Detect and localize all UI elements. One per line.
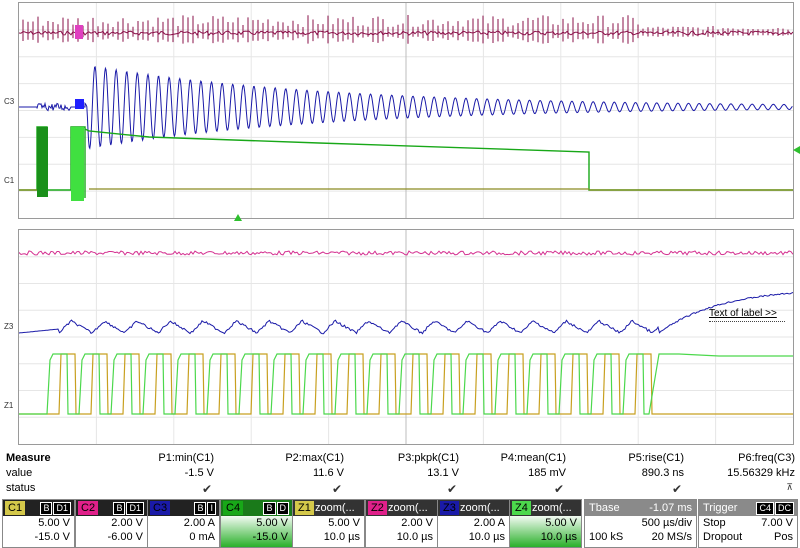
trigger-level: 7.00 V	[761, 517, 793, 529]
descriptor-scale: 2.00 A	[183, 517, 215, 529]
trigger-source-badge: C4	[756, 502, 774, 515]
channel-descriptor-c3[interactable]: C3 B I 2.00 A 0 mA	[147, 499, 220, 548]
descriptor-offset: 10.0 µs	[323, 531, 360, 543]
channel-badge: D	[276, 502, 289, 515]
trace-marker-c1: C1	[4, 176, 15, 185]
timebase-per-div: 500 µs/div	[641, 517, 692, 529]
channel-descriptor-c4[interactable]: C4 B D 5.00 V -15.0 V	[220, 499, 293, 548]
zoom-waveform-grid[interactable]	[18, 229, 794, 445]
channel-badge: B	[113, 502, 126, 515]
measure-name-p3[interactable]: P3:pkpk(C1)	[398, 452, 459, 464]
descriptor-scale: 5.00 V	[328, 517, 360, 529]
measure-name-p2[interactable]: P2:max(C1)	[285, 452, 344, 464]
descriptor-offset: -15.0 V	[252, 531, 288, 543]
descriptor-offset: 0 mA	[189, 531, 215, 543]
trace-c4-burst	[71, 127, 84, 201]
channel-tag: Z2	[368, 501, 387, 515]
descriptor-scale: 2.00 A	[473, 517, 505, 529]
channel-tag: Z3	[440, 501, 459, 515]
channel-tag: C3	[150, 501, 171, 515]
descriptor-scale: 5.00 V	[38, 517, 70, 529]
descriptor-offset: 10.0 µs	[396, 531, 433, 543]
channel-tag: C4	[223, 501, 244, 515]
measure-name-p5[interactable]: P5:rise(C1)	[628, 452, 684, 464]
descriptor-offset: -6.00 V	[107, 531, 143, 543]
descriptor-title: zoom(...	[315, 502, 355, 514]
channel-tag: Z1	[295, 501, 314, 515]
descriptor-offset: -15.0 V	[34, 531, 70, 543]
descriptor-offset: 10.0 µs	[468, 531, 505, 543]
measure-value-p4: 185 mV	[528, 467, 566, 479]
main-waveform-svg	[19, 3, 793, 218]
channel-badge: B	[194, 502, 207, 515]
trace-marker-c3: C3	[4, 97, 15, 106]
measure-header: Measure	[6, 452, 51, 464]
trace-marker-z1: Z1	[4, 401, 14, 410]
timebase-label: Tbase	[589, 502, 620, 514]
trigger-slope: Pos	[774, 531, 793, 543]
timebase-samples: 100 kS	[589, 531, 624, 543]
descriptor-tray: C1 B D1 5.00 V -15.0 V C2 B D1 2.00 V -6.00 V C3 B I…	[0, 499, 800, 548]
trace-marker-z3: Z3	[4, 322, 14, 331]
trace-label-leader	[709, 321, 785, 322]
trigger-descriptor[interactable]: Trigger C4 DC Stop 7.00 V Dropout Pos	[698, 499, 798, 548]
descriptor-offset: 10.0 µs	[540, 531, 577, 543]
channel-descriptor-c1[interactable]: C1 B D1 5.00 V -15.0 V	[2, 499, 75, 548]
status-check-icon: ✔	[446, 482, 457, 496]
channel-tag: Z4	[512, 501, 531, 515]
channel-descriptor-z2[interactable]: Z2 zoom(... 2.00 V 10.0 µs	[365, 499, 438, 548]
descriptor-scale: 5.00 V	[545, 517, 577, 529]
measure-value-label: value	[6, 467, 33, 479]
trace-c4-burst	[37, 127, 48, 197]
timebase-offset: -1.07 ms	[649, 502, 692, 514]
trigger-type: Dropout	[703, 531, 743, 543]
trace-c3-highlight	[75, 99, 84, 109]
measure-value-p5: 890.3 ns	[641, 467, 684, 479]
descriptor-scale: 2.00 V	[111, 517, 143, 529]
trigger-position-marker[interactable]	[234, 214, 242, 221]
status-check-icon: ✔	[553, 482, 564, 496]
descriptor-title: zoom(...	[532, 502, 572, 514]
trigger-mode: Stop	[703, 517, 726, 529]
status-flag-icon: ⊼	[786, 482, 793, 492]
channel-tag: C2	[78, 501, 99, 515]
descriptor-title: zoom(...	[388, 502, 428, 514]
measure-value-p2: 11.6 V	[313, 467, 344, 479]
descriptor-title: zoom(...	[460, 502, 500, 514]
descriptor-scale: 5.00 V	[256, 517, 288, 529]
status-check-icon: ✔	[331, 482, 342, 496]
channel-badge: D1	[126, 502, 144, 515]
measure-value-p3: 13.1 V	[427, 467, 459, 479]
measure-status-label: status	[6, 482, 36, 494]
channel-descriptor-z1[interactable]: Z1 zoom(... 5.00 V 10.0 µs	[292, 499, 365, 548]
zoom-waveform-svg	[19, 230, 793, 444]
channel-tag: C1	[5, 501, 26, 515]
main-waveform-grid[interactable]	[18, 2, 794, 219]
trigger-level-marker[interactable]	[793, 146, 800, 154]
measure-name-p6[interactable]: P6:freq(C3)	[738, 452, 795, 464]
channel-descriptor-z4[interactable]: Z4 zoom(... 5.00 V 10.0 µs	[509, 499, 582, 548]
status-check-icon: ✔	[671, 482, 682, 496]
timebase-descriptor[interactable]: Tbase -1.07 ms 500 µs/div 100 kS 20 MS/s	[584, 499, 697, 548]
measure-name-p1[interactable]: P1:min(C1)	[158, 452, 214, 464]
measure-value-p1: -1.5 V	[184, 467, 214, 479]
channel-descriptor-c2[interactable]: C2 B D1 2.00 V -6.00 V	[75, 499, 148, 548]
channel-badge: I	[207, 502, 216, 515]
descriptor-scale: 2.00 V	[401, 517, 433, 529]
trigger-coupling-badge: DC	[775, 502, 794, 515]
channel-badge: B	[263, 502, 276, 515]
trace-c2-highlight	[75, 25, 83, 39]
trace-label-annotation[interactable]: Text of label >>	[709, 308, 777, 319]
measure-value-p6: 15.56329 kHz	[727, 467, 795, 479]
channel-badge: B	[40, 502, 53, 515]
channel-descriptor-z3[interactable]: Z3 zoom(... 2.00 A 10.0 µs	[437, 499, 510, 548]
timebase-rate: 20 MS/s	[651, 531, 692, 543]
trigger-label: Trigger	[703, 502, 738, 514]
measure-name-p4[interactable]: P4:mean(C1)	[501, 452, 566, 464]
status-check-icon: ✔	[201, 482, 212, 496]
channel-badge: D1	[53, 502, 71, 515]
